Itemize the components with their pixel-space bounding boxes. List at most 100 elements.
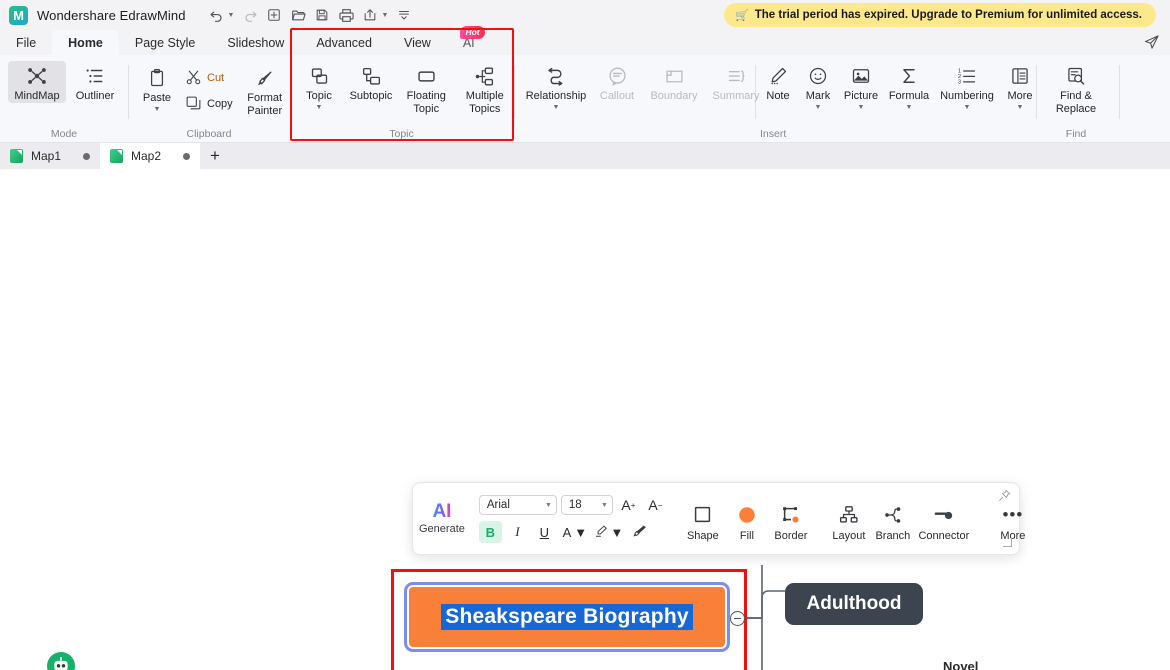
shape-label: Shape bbox=[686, 529, 719, 542]
branch-button[interactable]: Branch bbox=[871, 496, 915, 542]
node-novel[interactable]: Novel bbox=[943, 659, 978, 670]
collapse-toggle-button[interactable] bbox=[730, 611, 745, 626]
font-family-select[interactable]: Arial ▼ bbox=[478, 495, 557, 515]
floating-topic-button[interactable]: Floating Topic bbox=[397, 61, 456, 115]
mindmap-canvas[interactable]: Sheakspeare Biography Adulthood W bbox=[0, 169, 1170, 670]
find-replace-button[interactable]: Find & Replace bbox=[1040, 61, 1112, 115]
document-icon bbox=[110, 149, 123, 163]
note-label: Note bbox=[766, 90, 790, 102]
fill-circle-icon bbox=[737, 504, 757, 526]
copy-button[interactable]: Copy bbox=[181, 93, 237, 115]
ai-generate-button[interactable]: AI Generate bbox=[419, 487, 465, 550]
format-painter-label: Format Painter bbox=[247, 92, 283, 117]
cut-button[interactable]: Cut bbox=[181, 67, 237, 89]
central-topic-node[interactable]: Sheakspeare Biography bbox=[404, 582, 730, 652]
tab-page-style[interactable]: Page Style bbox=[119, 30, 211, 55]
new-tab-button[interactable]: + bbox=[200, 143, 230, 169]
picture-button[interactable]: Picture ▼ bbox=[838, 61, 884, 112]
doc-tab-map1[interactable]: Map1 bbox=[0, 143, 100, 169]
ai-label: AI bbox=[432, 501, 452, 522]
unsaved-dot-icon bbox=[183, 152, 190, 160]
brush-icon bbox=[255, 66, 275, 90]
save-button[interactable] bbox=[311, 4, 333, 26]
decrease-font-size-button[interactable]: A − bbox=[644, 494, 667, 516]
underline-button[interactable]: U bbox=[533, 521, 556, 543]
undo-button[interactable] bbox=[206, 4, 228, 26]
bold-button[interactable]: B bbox=[478, 521, 502, 543]
tab-advanced-label: Advanced bbox=[316, 35, 372, 50]
export-dropdown-caret[interactable]: ▼ bbox=[381, 12, 388, 19]
print-button[interactable] bbox=[335, 4, 357, 26]
open-button[interactable] bbox=[287, 4, 309, 26]
trial-expired-banner[interactable]: 🛒 The trial period has expired. Upgrade … bbox=[724, 3, 1156, 27]
callout-button[interactable]: Callout bbox=[591, 61, 643, 103]
tab-slideshow[interactable]: Slideshow bbox=[211, 30, 300, 55]
mindmap-button[interactable]: MindMap bbox=[8, 61, 66, 103]
export-share-button[interactable] bbox=[359, 4, 381, 26]
connector-label: Connector bbox=[918, 529, 970, 542]
redo-button[interactable] bbox=[239, 4, 261, 26]
format-painter-button[interactable]: Format Painter bbox=[239, 63, 291, 117]
font-size-select[interactable]: 18 ▼ bbox=[560, 495, 613, 515]
doc-tab-map2[interactable]: Map2 bbox=[100, 143, 200, 169]
ribbon-group-find: Find & Replace Find bbox=[1037, 55, 1115, 143]
picture-dropdown-caret[interactable]: ▼ bbox=[858, 104, 865, 112]
font-color-button[interactable]: A ▼ bbox=[560, 521, 590, 543]
topic-button[interactable]: Topic ▼ bbox=[293, 61, 345, 112]
title-bar: M Wondershare EdrawMind ▼ ▼ 🛒 The trial … bbox=[0, 0, 1170, 30]
more-label: More bbox=[1007, 90, 1033, 102]
formula-button[interactable]: Formula ▼ bbox=[884, 61, 934, 112]
italic-button[interactable]: I bbox=[506, 521, 529, 543]
subtopic-button[interactable]: Subtopic bbox=[345, 61, 397, 103]
connector-button[interactable]: Connector bbox=[915, 496, 973, 542]
more-dropdown-caret[interactable]: ▼ bbox=[1017, 104, 1024, 112]
customize-qat-button[interactable] bbox=[393, 4, 415, 26]
undo-dropdown-caret[interactable]: ▼ bbox=[228, 12, 235, 19]
outliner-button[interactable]: Outliner bbox=[66, 61, 124, 103]
paste-dropdown-caret[interactable]: ▼ bbox=[154, 106, 161, 114]
multiple-topics-icon bbox=[474, 64, 495, 88]
document-icon bbox=[10, 149, 23, 163]
highlight-color-button[interactable]: ▼ bbox=[594, 521, 624, 543]
resize-handle[interactable] bbox=[1003, 538, 1012, 547]
numbering-dropdown-caret[interactable]: ▼ bbox=[964, 104, 971, 112]
increase-font-size-button[interactable]: A + bbox=[617, 494, 640, 516]
numbering-button[interactable]: 123 Numbering ▼ bbox=[934, 61, 1000, 112]
copy-label: Copy bbox=[207, 98, 233, 110]
layout-button[interactable]: Layout bbox=[827, 496, 871, 542]
chevron-down-icon: ▼ bbox=[610, 524, 624, 540]
multiple-topics-button[interactable]: Multiple Topics bbox=[456, 61, 515, 115]
pin-icon[interactable] bbox=[998, 489, 1011, 505]
group-label-insert: Insert bbox=[760, 128, 787, 140]
cut-label: Cut bbox=[207, 72, 225, 84]
more-format-button[interactable]: ••• More bbox=[987, 496, 1039, 542]
boundary-button[interactable]: Boundary bbox=[643, 61, 705, 103]
tab-view[interactable]: View bbox=[388, 30, 447, 55]
tab-advanced[interactable]: Advanced bbox=[300, 30, 388, 55]
tab-slideshow-label: Slideshow bbox=[227, 35, 285, 50]
subtopic-icon bbox=[361, 64, 382, 88]
shape-button[interactable]: Shape bbox=[681, 496, 725, 542]
share-send-icon[interactable] bbox=[1140, 32, 1162, 52]
central-topic-text[interactable]: Sheakspeare Biography bbox=[441, 604, 693, 630]
group-label-clipboard: Clipboard bbox=[186, 128, 232, 140]
mark-button[interactable]: Mark ▼ bbox=[798, 61, 838, 112]
tab-home[interactable]: Home bbox=[52, 30, 119, 55]
mark-dropdown-caret[interactable]: ▼ bbox=[815, 104, 822, 112]
formula-dropdown-caret[interactable]: ▼ bbox=[906, 104, 913, 112]
new-button[interactable] bbox=[263, 4, 285, 26]
note-button[interactable]: Note bbox=[758, 61, 798, 103]
clear-format-button[interactable] bbox=[628, 521, 651, 543]
tab-file[interactable]: File bbox=[0, 30, 52, 55]
border-button[interactable]: Border bbox=[769, 496, 813, 542]
relationship-button[interactable]: Relationship ▼ bbox=[521, 61, 591, 112]
topic-dropdown-caret[interactable]: ▼ bbox=[316, 104, 323, 112]
more-button[interactable]: More ▼ bbox=[1000, 61, 1040, 112]
relationship-dropdown-caret[interactable]: ▼ bbox=[553, 104, 560, 112]
node-adulthood[interactable]: Adulthood bbox=[785, 583, 923, 625]
sigma-icon bbox=[899, 64, 919, 88]
floating-format-toolbar: AI Generate Arial ▼ 18 ▼ A + A − B I U A… bbox=[412, 482, 1025, 555]
fill-button[interactable]: Fill bbox=[725, 496, 769, 542]
tab-ai[interactable]: AI Hot bbox=[447, 26, 485, 55]
paste-button[interactable]: Paste ▼ bbox=[135, 63, 179, 114]
